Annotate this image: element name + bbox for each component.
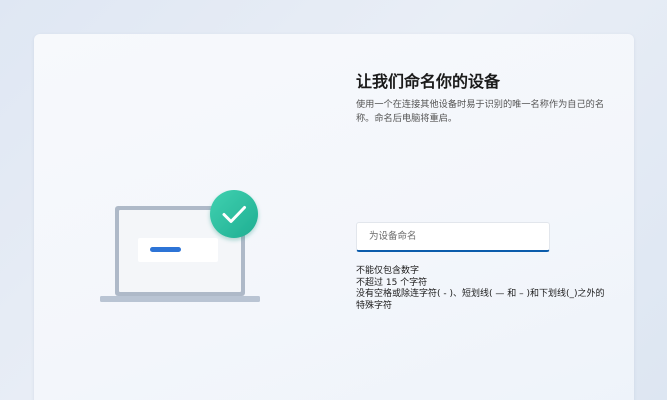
laptop-checkmark-illustration bbox=[100, 190, 260, 302]
naming-rules-list: 不能仅包含数字 不超过 15 个字符 没有空格或除连字符( - )、短划线( —… bbox=[356, 266, 611, 312]
page-title: 让我们命名你的设备 bbox=[356, 72, 501, 91]
device-name-input[interactable] bbox=[356, 222, 550, 252]
naming-rule: 不超过 15 个字符 bbox=[356, 277, 428, 288]
naming-rule: 不能仅包含数字 bbox=[356, 266, 420, 276]
naming-rule: 没有空格或除连字符( - )、短划线( — 和 – )和下划线(_)之外的特殊字… bbox=[356, 289, 605, 311]
setup-card: 让我们命名你的设备 使用一个在连接其他设备时易于识别的唯一名称作为自己的名称。命… bbox=[34, 34, 634, 400]
checkmark-icon bbox=[210, 190, 258, 238]
page-description: 使用一个在连接其他设备时易于识别的唯一名称作为自己的名称。命名后电脑将重启。 bbox=[356, 99, 605, 124]
